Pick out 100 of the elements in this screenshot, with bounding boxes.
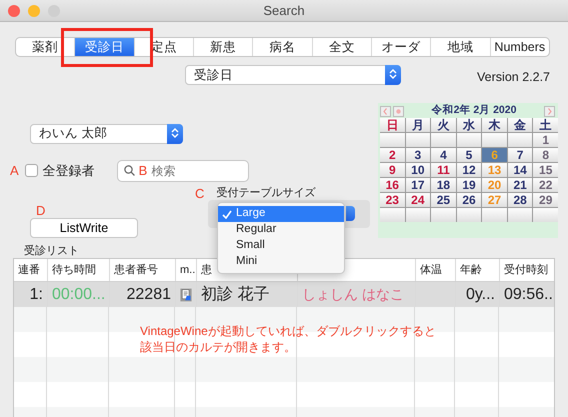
day-number: 13: [488, 162, 502, 177]
annotation-note: VintageWineが起動していれば、ダブルクリックすると該当日のカルテが開きます。: [140, 323, 437, 355]
search-field[interactable]: B 検索: [116, 160, 249, 182]
day-number: 20: [488, 178, 502, 192]
previous-icon[interactable]: [380, 106, 391, 117]
day-number: 19: [462, 178, 476, 192]
column-header[interactable]: 体温: [415, 259, 455, 282]
calendar-day[interactable]: 17: [406, 178, 430, 192]
weekday-label: 火: [431, 118, 456, 132]
day-number: 8: [542, 148, 550, 162]
day-number: 18: [436, 178, 450, 192]
window-control-icon[interactable]: [8, 5, 20, 17]
day-number: 1: [542, 132, 550, 147]
calendar-day[interactable]: 11: [431, 162, 456, 177]
column-header[interactable]: 患者番号: [109, 259, 175, 282]
column-header[interactable]: m...: [175, 259, 196, 282]
calendar-day[interactable]: 9: [380, 162, 405, 177]
calendar-day[interactable]: 3: [406, 148, 430, 162]
calendar-day[interactable]: 18: [431, 178, 456, 192]
tab[interactable]: Numbers: [490, 38, 549, 56]
day-number: 2: [388, 148, 396, 162]
menu-item[interactable]: Large: [218, 206, 344, 222]
calendar-day[interactable]: 1: [533, 132, 558, 147]
checkbox-label: 全登録者: [42, 162, 95, 180]
column-header[interactable]: 待ち時間: [47, 259, 109, 282]
calendar-day[interactable]: 12: [456, 162, 482, 177]
tab[interactable]: 新患: [192, 38, 252, 56]
day-number: 25: [436, 192, 450, 207]
tab[interactable]: 全文: [312, 38, 371, 56]
column-header[interactable]: 受付時刻: [499, 259, 554, 282]
day-number: 17: [411, 178, 425, 192]
window-control-icon[interactable]: [28, 5, 40, 17]
annotation-letter: B: [138, 162, 148, 180]
day-number: 15: [539, 162, 552, 177]
table-cell-text: 1:: [30, 284, 43, 305]
weekday-label: 土: [533, 118, 558, 132]
table-cell-text: 初診 花子: [201, 284, 270, 305]
annotation-letter: C: [195, 184, 204, 203]
list-write-button[interactable]: ListWrite: [30, 218, 138, 238]
column-header[interactable]: 連番: [14, 259, 47, 282]
day-number: 27: [488, 192, 502, 207]
table-cell-text: 22281: [126, 284, 171, 305]
menu-item[interactable]: Mini: [218, 254, 344, 270]
calendar-day[interactable]: 15: [533, 162, 558, 177]
day-number: 16: [386, 178, 399, 192]
calendar-day[interactable]: 25: [431, 192, 456, 207]
calendar-day[interactable]: 16: [380, 178, 405, 192]
home-icon[interactable]: [393, 106, 404, 117]
patient-popup[interactable]: わいん 太郎: [30, 124, 183, 144]
checkbox[interactable]: [24, 164, 38, 178]
calendar-cell: [406, 208, 430, 222]
calendar-day[interactable]: 8: [533, 148, 558, 162]
menu-item[interactable]: Small: [218, 238, 344, 254]
day-number: 7: [516, 148, 524, 162]
day-number: 6: [491, 148, 498, 162]
weekday-label: 日: [380, 118, 405, 132]
weekday-label: 木: [482, 118, 507, 132]
day-number: 9: [388, 162, 396, 177]
calendar-day[interactable]: 19: [456, 178, 482, 192]
tab[interactable]: 病名: [252, 38, 312, 56]
tab[interactable]: オーダ: [370, 38, 430, 56]
calendar-day[interactable]: 10: [406, 162, 430, 177]
calendar-cell: [482, 208, 507, 222]
tab[interactable]: 受診日: [74, 38, 134, 56]
version-label: Version 2.2.7: [477, 69, 550, 86]
calendar-day[interactable]: 4: [431, 148, 456, 162]
calendar-cell: [431, 208, 456, 222]
calendar-day[interactable]: 23: [380, 192, 405, 207]
calendar-day[interactable]: 24: [406, 192, 430, 207]
calendar-day[interactable]: 5: [456, 148, 482, 162]
calendar-cell: [406, 132, 430, 147]
calendar-day[interactable]: 14: [508, 162, 532, 177]
calendar-day[interactable]: 2: [380, 148, 405, 162]
weekday-label: 金: [508, 118, 532, 132]
table-size-label: 受付テーブルサイズ: [216, 186, 316, 202]
day-number: 11: [437, 162, 450, 177]
calendar-day[interactable]: 22: [533, 178, 558, 192]
calendar-day[interactable]: 26: [456, 192, 482, 207]
calendar-cell: [482, 132, 507, 147]
calendar-day[interactable]: 29: [533, 192, 558, 207]
calendar-day[interactable]: 28: [508, 192, 532, 207]
day-number: 21: [513, 178, 527, 192]
column-header[interactable]: 年齢: [455, 259, 499, 282]
table-cell-text: 00:00...: [52, 284, 106, 305]
menu-item[interactable]: Regular: [218, 222, 344, 238]
calendar-cell: [380, 132, 405, 147]
mode-popup[interactable]: 受診日: [185, 65, 401, 85]
table-row[interactable]: 1: 00:00... 22281 初診 花子 しょしん はなこ 0y... 09:56...: [14, 282, 554, 308]
calendar-day[interactable]: 7: [508, 148, 532, 162]
calendar-title: 令和2年 2月 2020: [430, 103, 518, 118]
calendar-day[interactable]: 21: [508, 178, 532, 192]
calendar-cell: [508, 132, 532, 147]
calendar-cell: [533, 208, 558, 222]
day-number: 5: [466, 148, 472, 162]
tab[interactable]: 薬剤: [16, 38, 74, 56]
search-input[interactable]: 検索: [151, 162, 222, 180]
document-icon: [180, 286, 192, 304]
tab[interactable]: 地域: [430, 38, 490, 56]
calendar-cell: [380, 208, 405, 222]
next-icon[interactable]: [544, 106, 555, 117]
